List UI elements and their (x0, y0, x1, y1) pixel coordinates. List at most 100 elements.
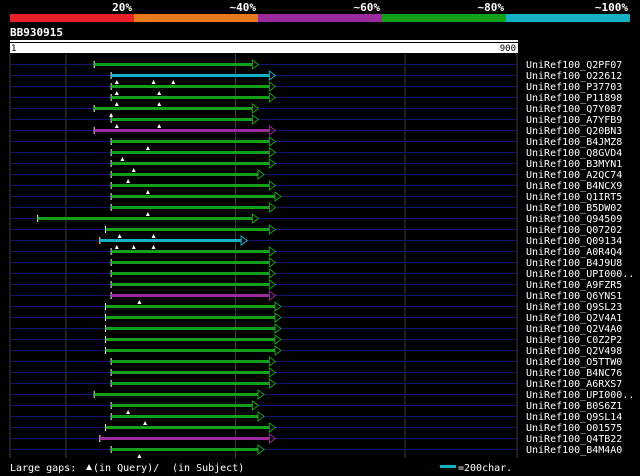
gap-note-a: Large gaps: (10, 463, 76, 474)
alignment-row[interactable]: UniRef100_UPI000.. (10, 389, 634, 401)
hit-label[interactable]: UniRef100_A6RXS7 (526, 379, 622, 390)
hit-label[interactable]: UniRef100_Q2V4A1 (526, 313, 622, 324)
hit-end-arrow-icon (268, 125, 277, 136)
hit-label[interactable]: UniRef100_Q9SL23 (526, 302, 622, 313)
hit-end-arrow-icon (268, 279, 277, 290)
hit-label[interactable]: UniRef100_Q2V498 (526, 346, 622, 357)
hit-label[interactable]: UniRef100_A2QC74 (526, 170, 622, 181)
alignment-row[interactable]: UniRef100_Q1IRT5 (10, 191, 622, 203)
alignment-row[interactable]: UniRef100_Q2V4A0 (10, 323, 622, 335)
alignment-row[interactable]: UniRef100_UPI000.. (10, 268, 634, 280)
gap-marker-icon (126, 179, 131, 183)
alignment-row[interactable]: UniRef100_B4NC76 (10, 367, 622, 379)
hit-label[interactable]: UniRef100_Q8GVD4 (526, 148, 622, 159)
gap-marker-icon (114, 124, 119, 128)
hit-label[interactable]: UniRef100_C0Z2P2 (526, 335, 622, 346)
hit-bar (111, 382, 270, 385)
gap-marker-icon (114, 80, 119, 84)
scale-bar (10, 43, 518, 53)
legend-band-label: ~40% (230, 1, 257, 14)
hit-label[interactable]: UniRef100_B3MYN1 (526, 159, 622, 170)
hit-bar (111, 184, 270, 187)
legend-band-label: ~60% (354, 1, 381, 14)
hit-bar (111, 272, 270, 275)
hit-bar (111, 415, 259, 418)
alignment-row[interactable]: UniRef100_C0Z2P2 (10, 334, 622, 346)
alignment-row[interactable]: UniRef100_O5TTW0 (10, 356, 622, 368)
query-gap-marker-icon (86, 464, 92, 470)
alignment-row[interactable]: UniRef100_B4J9U8 (10, 257, 622, 269)
hit-end-arrow-icon (257, 444, 265, 455)
hit-label[interactable]: UniRef100_Q94509 (526, 214, 622, 225)
hit-label[interactable]: UniRef100_Q4TB22 (526, 434, 622, 445)
gap-marker-icon (137, 300, 142, 304)
gap-marker-icon (171, 80, 176, 84)
hit-bar (94, 129, 270, 132)
hit-label[interactable]: UniRef100_B0S6Z1 (526, 401, 622, 412)
hit-bar (111, 206, 270, 209)
alignment-row[interactable]: UniRef100_A9FZR5 (10, 279, 622, 291)
alignment-row[interactable]: UniRef100_B4M4A0 (10, 444, 622, 458)
hit-label[interactable]: UniRef100_O5TTW0 (526, 357, 622, 368)
gap-marker-icon (151, 234, 156, 238)
hit-label[interactable]: UniRef100_Q1IRT5 (526, 192, 622, 203)
hit-label[interactable]: UniRef100_Q6YNS1 (526, 291, 622, 302)
gap-marker-icon (131, 245, 136, 249)
hit-label[interactable]: UniRef100_Q9SL14 (526, 412, 622, 423)
hit-label[interactable]: UniRef100_O22612 (526, 71, 622, 82)
hit-bar (111, 448, 259, 451)
hit-label[interactable]: UniRef100_Q2V4A0 (526, 324, 622, 335)
hit-label[interactable]: UniRef100_Q20BN3 (526, 126, 622, 137)
hit-end-arrow-icon (257, 411, 265, 422)
alignment-row[interactable]: UniRef100_O01575 (10, 422, 622, 434)
alignment-row[interactable]: UniRef100_A0R4Q4 (10, 246, 622, 258)
hit-label[interactable]: UniRef100_Q7Y087 (526, 104, 622, 115)
gap-marker-icon (157, 91, 162, 95)
hit-label[interactable]: UniRef100_A0R4Q4 (526, 247, 622, 258)
alignment-row[interactable]: UniRef100_A6RXS7 (10, 378, 622, 390)
hit-label[interactable]: UniRef100_UPI000.. (526, 269, 634, 280)
hit-end-arrow-icon (268, 367, 277, 378)
legend-band (258, 14, 382, 22)
hit-label[interactable]: UniRef100_Q2PF07 (526, 60, 622, 71)
hit-label[interactable]: UniRef100_B5DW02 (526, 203, 622, 214)
hit-label[interactable]: UniRef100_Q09134 (526, 236, 622, 247)
hit-bar (111, 162, 270, 165)
hit-label[interactable]: UniRef100_B4NC76 (526, 368, 622, 379)
alignment-row[interactable]: UniRef100_Q2V4A1 (10, 312, 622, 324)
hit-label[interactable]: UniRef100_A7YFB9 (526, 115, 622, 126)
alignment-row[interactable]: UniRef100_Q94509 (10, 213, 622, 225)
hit-label[interactable]: UniRef100_B4M4A0 (526, 445, 622, 456)
hit-label[interactable]: UniRef100_A9FZR5 (526, 280, 622, 291)
gap-note-c: (in Subject) (172, 463, 244, 474)
gap-marker-icon (157, 124, 162, 128)
hit-label[interactable]: UniRef100_O01575 (526, 423, 622, 434)
hit-label[interactable]: UniRef100_P37703 (526, 82, 622, 93)
legend-band-label: ~100% (595, 1, 628, 14)
hit-bar (111, 118, 253, 121)
guide-lines (9, 54, 518, 458)
gap-marker-icon (114, 91, 119, 95)
hit-end-arrow-icon (268, 224, 277, 235)
hit-bar (111, 261, 270, 264)
hit-end-arrow-icon (268, 180, 277, 191)
hit-label[interactable]: UniRef100_B4J9U8 (526, 258, 622, 269)
hit-label[interactable]: UniRef100_P11898 (526, 93, 622, 104)
alignment-viewer: 20% ~40% ~60% ~80% ~100% BB930915 1 900 UniR… (0, 0, 640, 476)
gap-marker-icon (126, 410, 131, 414)
alignment-row[interactable]: UniRef100_Q2PF07 (10, 59, 622, 71)
hit-label[interactable]: UniRef100_Q07202 (526, 225, 622, 236)
hit-end-arrow-icon (268, 158, 277, 169)
hit-end-arrow-icon (274, 312, 282, 323)
alignment-row[interactable]: UniRef100_Q9SL23 (10, 301, 622, 313)
alignment-row[interactable]: UniRef100_Q2V498 (10, 345, 622, 357)
hit-label[interactable]: UniRef100_UPI000.. (526, 390, 634, 401)
gap-marker-icon (145, 146, 150, 150)
alignment-row[interactable]: UniRef100_Q4TB22 (10, 433, 622, 445)
legend-band (382, 14, 506, 22)
hit-bar (105, 305, 276, 308)
alignment-row[interactable]: UniRef100_Q20BN3 (10, 125, 622, 137)
hit-bar (111, 250, 270, 253)
hit-label[interactable]: UniRef100_B4JMZ8 (526, 137, 622, 148)
hit-label[interactable]: UniRef100_B4NCX9 (526, 181, 622, 192)
